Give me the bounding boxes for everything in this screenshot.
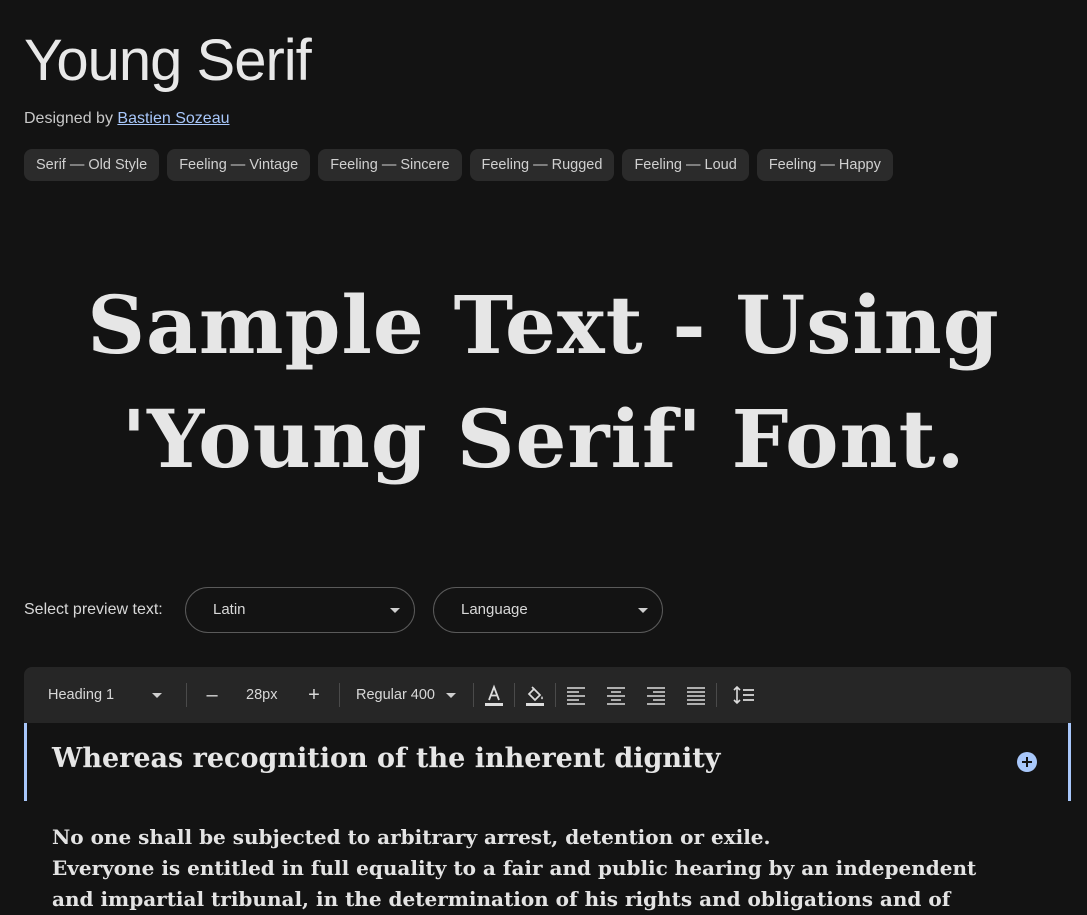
font-weight-select[interactable]: Regular 400 (356, 667, 466, 723)
sample-line-1: Sample Text - Using (87, 278, 1000, 372)
editor-toolbar: Heading 1 – 28px + Regular 400 (24, 667, 1071, 723)
toolbar-divider (339, 683, 340, 707)
chevron-down-icon (152, 693, 162, 698)
editor-heading[interactable]: Whereas recognition of the inherent dign… (52, 743, 720, 774)
toolbar-divider (186, 683, 187, 707)
align-center-icon[interactable] (604, 683, 628, 707)
line-height-icon[interactable] (732, 683, 756, 707)
body-line-2: Everyone is entitled in full equality to… (52, 856, 977, 880)
align-left-icon[interactable] (564, 683, 588, 707)
increase-size-button[interactable]: + (304, 667, 324, 723)
chevron-down-icon (638, 608, 648, 613)
editor-heading-block[interactable]: Whereas recognition of the inherent dign… (24, 723, 1071, 801)
text-style-value: Heading 1 (48, 687, 115, 703)
chevron-down-icon (446, 693, 456, 698)
designed-by-label: Designed by (24, 110, 113, 127)
tag-list: Serif — Old Style Feeling — Vintage Feel… (24, 149, 893, 181)
align-justify-icon[interactable] (684, 683, 708, 707)
toolbar-divider (473, 683, 474, 707)
highlight-color-icon[interactable] (523, 683, 547, 707)
language-select[interactable]: Language (433, 587, 663, 633)
decrease-size-button[interactable]: – (202, 667, 222, 723)
sample-line-2: 'Young Serif' Font. (121, 392, 966, 486)
tag-feeling-sincere[interactable]: Feeling — Sincere (318, 149, 462, 181)
font-size-value[interactable]: 28px (246, 667, 277, 723)
tag-feeling-rugged[interactable]: Feeling — Rugged (469, 149, 615, 181)
script-select[interactable]: Latin (185, 587, 415, 633)
body-line-1: No one shall be subjected to arbitrary a… (52, 825, 771, 849)
toolbar-divider (514, 683, 515, 707)
tag-feeling-happy[interactable]: Feeling — Happy (756, 149, 893, 181)
font-title: Young Serif (24, 28, 312, 93)
align-right-icon[interactable] (644, 683, 668, 707)
designer-link[interactable]: Bastien Sozeau (117, 110, 229, 127)
language-select-value: Language (461, 601, 528, 618)
text-color-icon[interactable] (482, 683, 506, 707)
tag-feeling-loud[interactable]: Feeling — Loud (622, 149, 749, 181)
tag-feeling-vintage[interactable]: Feeling — Vintage (167, 149, 311, 181)
editor-body[interactable]: No one shall be subjected to arbitrary a… (52, 822, 1062, 915)
tag-serif-old-style[interactable]: Serif — Old Style (24, 149, 160, 181)
text-style-select[interactable]: Heading 1 (48, 667, 168, 723)
body-line-3: and impartial tribunal, in the determina… (52, 887, 951, 911)
script-select-value: Latin (213, 601, 246, 618)
toolbar-divider (716, 683, 717, 707)
preview-text-label: Select preview text: (24, 601, 163, 618)
sample-text: Sample Text - Using 'Young Serif' Font. (0, 268, 1087, 496)
designer-line: Designed by Bastien Sozeau (24, 110, 229, 128)
add-circle-icon[interactable] (1016, 751, 1038, 773)
toolbar-divider (555, 683, 556, 707)
chevron-down-icon (390, 608, 400, 613)
font-weight-value: Regular 400 (356, 687, 435, 703)
